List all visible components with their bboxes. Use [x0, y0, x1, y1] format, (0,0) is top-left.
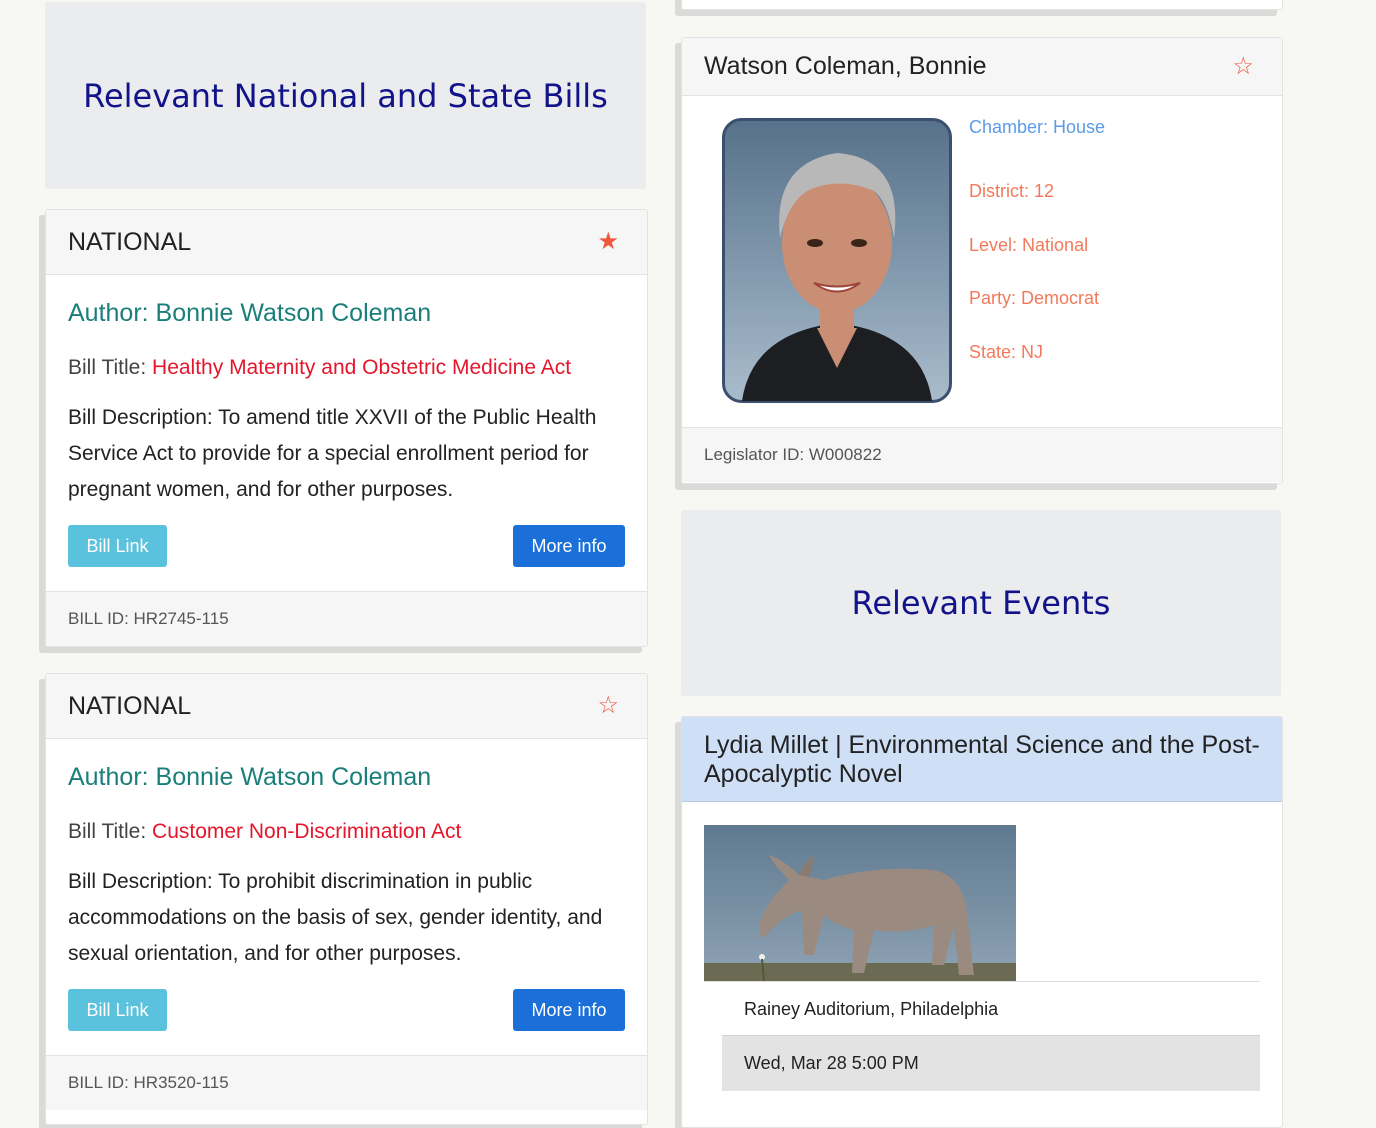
event-card: Lydia Millet | Environmental Science and… — [681, 716, 1283, 1128]
event-location: Rainey Auditorium, Philadelphia — [744, 999, 999, 1019]
event-datetime-row: Wed, Mar 28 5:00 PM — [722, 1035, 1260, 1091]
bill-title: Healthy Maternity and Obstetric Medicine… — [152, 356, 572, 379]
legislator-chamber: Chamber: House — [969, 117, 1106, 137]
bill-description: Bill Description: To prohibit discrimina… — [68, 870, 603, 965]
legislator-card-footer: Legislator ID: W000822 — [682, 427, 1282, 482]
events-section-heading-text: Relevant Events — [851, 584, 1111, 622]
more-info-button[interactable]: More info — [513, 525, 625, 567]
legislator-name: Watson Coleman, Bonnie — [704, 52, 987, 80]
event-datetime: Wed, Mar 28 5:00 PM — [744, 1053, 919, 1073]
bill-title-line: Bill Title: Healthy Maternity and Obstet… — [68, 356, 571, 380]
bill-level-label: NATIONAL — [68, 227, 192, 256]
bill-author: Author: Bonnie Watson Coleman — [68, 763, 432, 791]
legislator-card: Watson Coleman, Bonnie ☆ Chamber: House … — [681, 37, 1283, 484]
events-section-heading: Relevant Events — [681, 510, 1281, 696]
bill-card-footer: BILL ID: HR2745-115 — [46, 591, 647, 646]
legislator-id: Legislator ID: W000822 — [704, 445, 882, 464]
bill-card-header: NATIONAL ☆ — [46, 674, 647, 739]
favorite-star-outline-icon[interactable]: ☆ — [597, 694, 619, 718]
bills-section-heading: Relevant National and State Bills — [45, 2, 646, 189]
legislator-photo — [722, 118, 952, 403]
bill-card: NATIONAL ★ Author: Bonnie Watson Coleman… — [45, 209, 648, 647]
legislator-card-body: Chamber: House District: 12 Level: Natio… — [682, 96, 1282, 427]
bill-title-prefix: Bill Title: — [68, 820, 153, 843]
bill-title: Customer Non-Discrimination Act — [152, 820, 462, 843]
favorite-star-icon[interactable]: ★ — [597, 230, 619, 254]
bill-link-button[interactable]: Bill Link — [68, 989, 167, 1031]
event-image — [704, 825, 1016, 981]
bill-id: BILL ID: HR3520-115 — [68, 1073, 229, 1092]
bill-level-label: NATIONAL — [68, 691, 192, 720]
bill-card-body: Author: Bonnie Watson Coleman Bill Title… — [46, 275, 647, 591]
bill-card-header: NATIONAL ★ — [46, 210, 647, 275]
bill-card-body: Author: Bonnie Watson Coleman Bill Title… — [46, 739, 647, 1055]
favorite-star-outline-icon[interactable]: ☆ — [1232, 54, 1254, 79]
legislator-district: District: 12 — [969, 181, 1055, 201]
legislator-level: Level: National — [969, 235, 1089, 255]
bill-author: Author: Bonnie Watson Coleman — [68, 299, 432, 327]
bill-description: Bill Description: To amend title XXVII o… — [68, 406, 597, 501]
bill-title-prefix: Bill Title: — [68, 356, 153, 379]
legislator-party: Party: Democrat — [969, 288, 1100, 308]
legislator-card-header: Watson Coleman, Bonnie ☆ — [682, 38, 1282, 96]
event-card-header: Lydia Millet | Environmental Science and… — [682, 717, 1282, 802]
bill-title-line: Bill Title: Customer Non-Discrimination … — [68, 820, 461, 844]
bill-link-button[interactable]: Bill Link — [68, 525, 167, 567]
bills-section-heading-text: Relevant National and State Bills — [83, 76, 608, 115]
event-title[interactable]: Lydia Millet | Environmental Science and… — [704, 731, 1260, 789]
bill-card: NATIONAL ☆ Author: Bonnie Watson Coleman… — [45, 673, 648, 1125]
event-divider — [704, 981, 1260, 982]
legislator-state: State: NJ — [969, 342, 1044, 362]
bill-id: BILL ID: HR2745-115 — [68, 609, 229, 628]
more-info-button[interactable]: More info — [513, 989, 625, 1031]
previous-card-edge — [681, 0, 1283, 10]
